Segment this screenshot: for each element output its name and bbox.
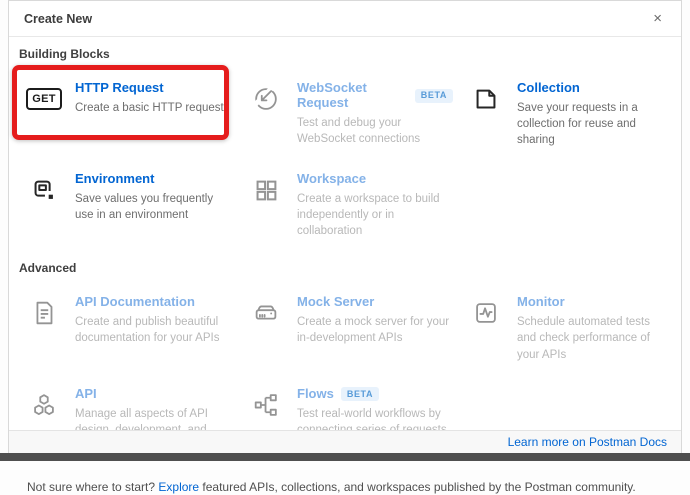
get-badge-icon: GET: [27, 82, 61, 116]
api-documentation-icon: [27, 296, 61, 330]
environment-icon: [27, 173, 61, 207]
section-label-building-blocks: Building Blocks: [19, 47, 673, 61]
getting-started-note: Not sure where to start? Explore feature…: [27, 480, 673, 495]
api-hexagons-icon: [27, 388, 61, 422]
card-monitor[interactable]: Monitor Schedule automated tests and che…: [459, 283, 673, 374]
dialog-body: Building Blocks GET HTTP Request Create …: [9, 37, 681, 495]
workspace-icon: [249, 173, 283, 207]
beta-badge: BETA: [415, 89, 453, 103]
card-desc: Save values you frequently use in an env…: [75, 191, 233, 223]
websocket-icon: [249, 82, 283, 116]
card-desc: Save your requests in a collection for r…: [517, 100, 667, 148]
card-workspace[interactable]: Workspace Create a workspace to build in…: [239, 160, 459, 251]
explore-link[interactable]: Explore: [158, 480, 199, 494]
postman-create-new-screen: Create New × Building Blocks GET HTTP Re…: [0, 0, 690, 461]
card-http-request[interactable]: GET HTTP Request Create a basic HTTP req…: [17, 69, 239, 160]
window-bottom-edge: [0, 453, 690, 461]
create-new-dialog: Create New × Building Blocks GET HTTP Re…: [8, 0, 682, 453]
card-mock-server[interactable]: Mock Server Create a mock server for you…: [239, 283, 459, 374]
card-title: Collection: [517, 81, 580, 96]
card-desc: Test and debug your WebSocket connection…: [297, 115, 453, 147]
card-title: Workspace: [297, 172, 366, 187]
note-prefix: Not sure where to start?: [27, 480, 158, 494]
note-suffix: featured APIs, collections, and workspac…: [199, 480, 636, 494]
card-title: Environment: [75, 172, 154, 187]
card-desc: Create a workspace to build independentl…: [297, 191, 453, 239]
card-environment[interactable]: Environment Save values you frequently u…: [17, 160, 239, 251]
card-desc: Create and publish beautiful documentati…: [75, 314, 233, 346]
card-title: API: [75, 387, 97, 402]
card-desc: Create a basic HTTP request: [75, 100, 224, 116]
postman-docs-link[interactable]: Learn more on Postman Docs: [508, 435, 667, 449]
close-icon[interactable]: ×: [649, 9, 666, 28]
collection-icon: [469, 82, 503, 116]
dialog-footer: Learn more on Postman Docs: [9, 430, 681, 453]
card-title: WebSocket Request: [297, 81, 408, 111]
dialog-header: Create New ×: [9, 1, 681, 37]
dialog-title: Create New: [24, 12, 92, 26]
flows-icon: [249, 388, 283, 422]
section-label-advanced: Advanced: [19, 261, 673, 275]
card-websocket-request[interactable]: WebSocket Request BETA Test and debug yo…: [239, 69, 459, 160]
card-title: Monitor: [517, 295, 565, 310]
card-api-documentation[interactable]: API Documentation Create and publish bea…: [17, 283, 239, 374]
card-title: HTTP Request: [75, 81, 164, 96]
card-collection[interactable]: Collection Save your requests in a colle…: [459, 69, 673, 160]
mock-server-icon: [249, 296, 283, 330]
card-desc: Schedule automated tests and check perfo…: [517, 314, 667, 362]
beta-badge: BETA: [341, 387, 379, 401]
building-blocks-grid: GET HTTP Request Create a basic HTTP req…: [17, 69, 673, 251]
card-title: API Documentation: [75, 295, 195, 310]
monitor-icon: [469, 296, 503, 330]
card-desc: Create a mock server for your in-develop…: [297, 314, 453, 346]
card-title: Flows: [297, 387, 334, 402]
card-title: Mock Server: [297, 295, 374, 310]
